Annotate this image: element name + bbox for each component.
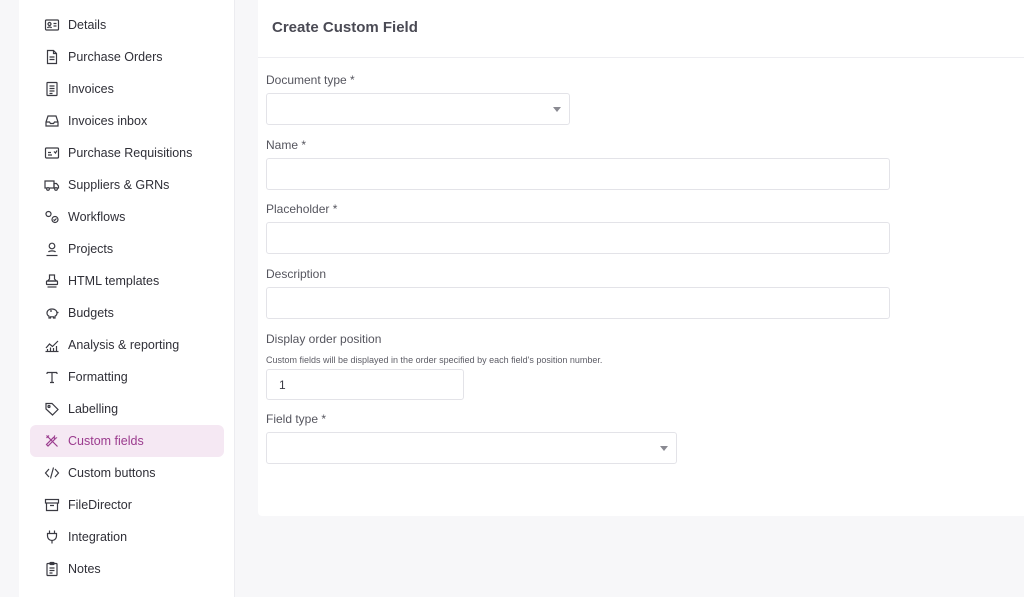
receipt-icon <box>44 81 60 97</box>
document-icon <box>44 49 60 65</box>
caret-down-icon <box>660 446 668 451</box>
sidebar-item-html-templates[interactable]: HTML templates <box>30 265 224 297</box>
description-label: Description <box>266 267 327 281</box>
sidebar-item-label: Invoices inbox <box>68 114 148 128</box>
clipboard-icon <box>44 561 60 577</box>
page-title: Create Custom Field <box>272 19 418 36</box>
document-type-label: Document type * <box>266 73 355 87</box>
name-label: Name * <box>266 138 307 152</box>
placeholder-input[interactable] <box>266 222 890 254</box>
chart-icon <box>44 337 60 353</box>
sidebar-item-label: Budgets <box>68 306 114 320</box>
inbox-icon <box>44 113 60 129</box>
display-order-label: Display order position <box>266 332 382 346</box>
settings-sidebar: Details Purchase Orders Invoices Invoice… <box>19 0 235 597</box>
display-order-value: 1 <box>279 377 286 392</box>
description-input[interactable] <box>266 287 890 319</box>
document-type-select[interactable] <box>266 93 570 125</box>
workflow-icon <box>44 209 60 225</box>
sidebar-item-notes[interactable]: Notes <box>30 553 224 585</box>
placeholder-label: Placeholder * <box>266 202 338 216</box>
sidebar-item-workflows[interactable]: Workflows <box>30 201 224 233</box>
person-pin-icon <box>44 241 60 257</box>
caret-down-icon <box>553 107 561 112</box>
id-card-icon <box>44 17 60 33</box>
page-gutter <box>0 0 19 597</box>
requisition-icon <box>44 145 60 161</box>
sidebar-item-custom-fields[interactable]: Custom fields <box>30 425 224 457</box>
archive-icon <box>44 497 60 513</box>
sidebar-item-label: HTML templates <box>68 274 160 288</box>
piggy-bank-icon <box>44 305 60 321</box>
display-order-input[interactable]: 1 <box>266 369 464 400</box>
sidebar-item-suppliers-grns[interactable]: Suppliers & GRNs <box>30 169 224 201</box>
sidebar-item-label: Details <box>68 18 107 32</box>
field-type-select[interactable] <box>266 432 677 464</box>
sidebar-item-invoices[interactable]: Invoices <box>30 73 224 105</box>
sidebar-item-label: Projects <box>68 242 114 256</box>
sidebar-item-label: Invoices <box>68 82 114 96</box>
sidebar-item-label: Analysis & reporting <box>68 338 180 352</box>
sidebar-item-label: Formatting <box>68 370 128 384</box>
card-header: Create Custom Field <box>258 0 1024 58</box>
sidebar-item-labelling[interactable]: Labelling <box>30 393 224 425</box>
sidebar-item-purchase-requisitions[interactable]: Purchase Requisitions <box>30 137 224 169</box>
name-input[interactable] <box>266 158 890 190</box>
sidebar-item-analysis-reporting[interactable]: Analysis & reporting <box>30 329 224 361</box>
sidebar-item-details[interactable]: Details <box>30 9 224 41</box>
sidebar-item-label: Custom buttons <box>68 466 156 480</box>
truck-icon <box>44 177 60 193</box>
sidebar-item-label: Workflows <box>68 210 126 224</box>
sidebar-item-projects[interactable]: Projects <box>30 233 224 265</box>
sidebar-item-custom-buttons[interactable]: Custom buttons <box>30 457 224 489</box>
sidebar-item-label: Custom fields <box>68 434 144 448</box>
plug-icon <box>44 529 60 545</box>
sidebar-item-label: Integration <box>68 530 128 544</box>
sidebar-item-label: Purchase Orders <box>68 50 163 64</box>
tag-icon <box>44 401 60 417</box>
sidebar-item-label: FileDirector <box>68 498 132 512</box>
tools-icon <box>44 433 60 449</box>
sidebar-item-filedirector[interactable]: FileDirector <box>30 489 224 521</box>
sidebar-item-formatting[interactable]: Formatting <box>30 361 224 393</box>
create-custom-field-card: Create Custom Field Document type * Name… <box>258 0 1024 516</box>
sidebar-item-budgets[interactable]: Budgets <box>30 297 224 329</box>
sidebar-item-label: Notes <box>68 562 101 576</box>
text-format-icon <box>44 369 60 385</box>
sidebar-item-label: Purchase Requisitions <box>68 146 193 160</box>
code-icon <box>44 465 60 481</box>
sidebar-item-purchase-orders[interactable]: Purchase Orders <box>30 41 224 73</box>
sidebar-item-invoices-inbox[interactable]: Invoices inbox <box>30 105 224 137</box>
stamp-icon <box>44 273 60 289</box>
sidebar-item-label: Suppliers & GRNs <box>68 178 170 192</box>
sidebar-item-label: Labelling <box>68 402 119 416</box>
field-type-label: Field type * <box>266 412 327 426</box>
display-order-help-text: Custom fields will be displayed in the o… <box>266 355 603 365</box>
sidebar-item-integration[interactable]: Integration <box>30 521 224 553</box>
